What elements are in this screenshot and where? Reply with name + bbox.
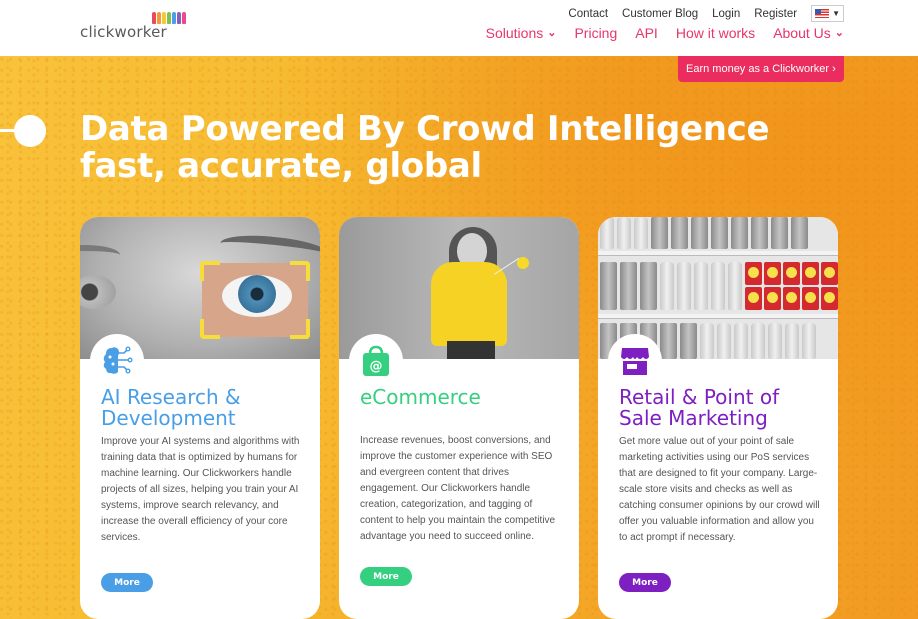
caret-down-icon: ▼	[832, 9, 840, 18]
chevron-down-icon: ⌄	[834, 26, 844, 39]
card-icon-badge	[608, 334, 662, 388]
nav-about-us[interactable]: About Us ⌄	[773, 25, 844, 41]
card-description: Increase revenues, boost conversions, an…	[360, 435, 556, 542]
customer-blog-link[interactable]: Customer Blog	[622, 8, 698, 20]
us-flag-icon	[815, 9, 830, 18]
nav-how-it-works-label: How it works	[675, 25, 756, 41]
register-link[interactable]: Register	[754, 8, 797, 20]
chevron-down-icon: ⌄	[547, 26, 557, 39]
clickworker-logo[interactable]: clickworker	[80, 10, 190, 41]
hero-title-line1: Data Powered By Crowd Intelligence	[80, 109, 770, 149]
storefront-icon	[621, 348, 649, 375]
contact-link[interactable]: Contact	[568, 8, 608, 20]
hero-section: Earn money as a Clickworker › Data Power…	[0, 56, 918, 619]
more-button[interactable]: More	[101, 573, 153, 592]
card-title-line1: AI Research &	[101, 385, 241, 409]
nav-solutions[interactable]: Solutions ⌄	[486, 25, 557, 41]
site-header: clickworker Contact Customer Blog Login …	[0, 0, 918, 56]
language-selector[interactable]: ▼	[811, 5, 844, 22]
nav-how-it-works[interactable]: How it works	[676, 25, 755, 41]
login-link[interactable]: Login	[712, 8, 740, 20]
card-title: Retail & Point of Sale Marketing	[619, 387, 779, 429]
nav-api[interactable]: API	[635, 25, 658, 41]
hero-title-line2: fast, accurate, global	[80, 146, 482, 186]
svg-text:@: @	[370, 359, 383, 374]
hero-title: Data Powered By Crowd Intelligence fast,…	[80, 109, 770, 186]
nav-pricing[interactable]: Pricing	[574, 25, 617, 41]
more-button[interactable]: More	[619, 573, 671, 592]
card-title-line2: Sale Marketing	[619, 406, 768, 430]
card-title-line1: Retail & Point of	[619, 385, 780, 409]
brain-circuit-icon	[103, 346, 133, 374]
top-nav: Contact Customer Blog Login Register ▼	[568, 5, 844, 22]
card-ai-research: AI Research & Development Improve your A…	[80, 217, 320, 619]
card-title-line1: eCommerce	[360, 385, 481, 409]
card-title: eCommerce	[360, 387, 481, 408]
more-button[interactable]: More	[360, 567, 412, 586]
nav-about-us-label: About Us	[773, 25, 831, 41]
card-title: AI Research & Development	[101, 387, 241, 429]
card-ecommerce: @ eCommerce Increase revenues, boost con…	[339, 217, 579, 619]
logo-text: clickworker	[80, 23, 167, 41]
decorative-dot	[14, 115, 46, 147]
main-nav: Solutions ⌄ Pricing API How it works Abo…	[486, 25, 844, 41]
shopping-bag-at-icon: @	[363, 345, 389, 376]
nav-pricing-label: Pricing	[574, 25, 618, 41]
card-description: Get more value out of your point of sale…	[619, 436, 820, 543]
earn-money-button[interactable]: Earn money as a Clickworker ›	[678, 56, 844, 82]
nav-api-label: API	[635, 25, 658, 41]
card-icon-badge: @	[349, 334, 403, 388]
card-title-line2: Development	[101, 406, 236, 430]
card-description: Improve your AI systems and algorithms w…	[101, 436, 300, 543]
nav-solutions-label: Solutions	[485, 25, 544, 41]
card-retail-pos: Retail & Point of Sale Marketing Get mor…	[598, 217, 838, 619]
card-icon-badge	[90, 334, 144, 388]
